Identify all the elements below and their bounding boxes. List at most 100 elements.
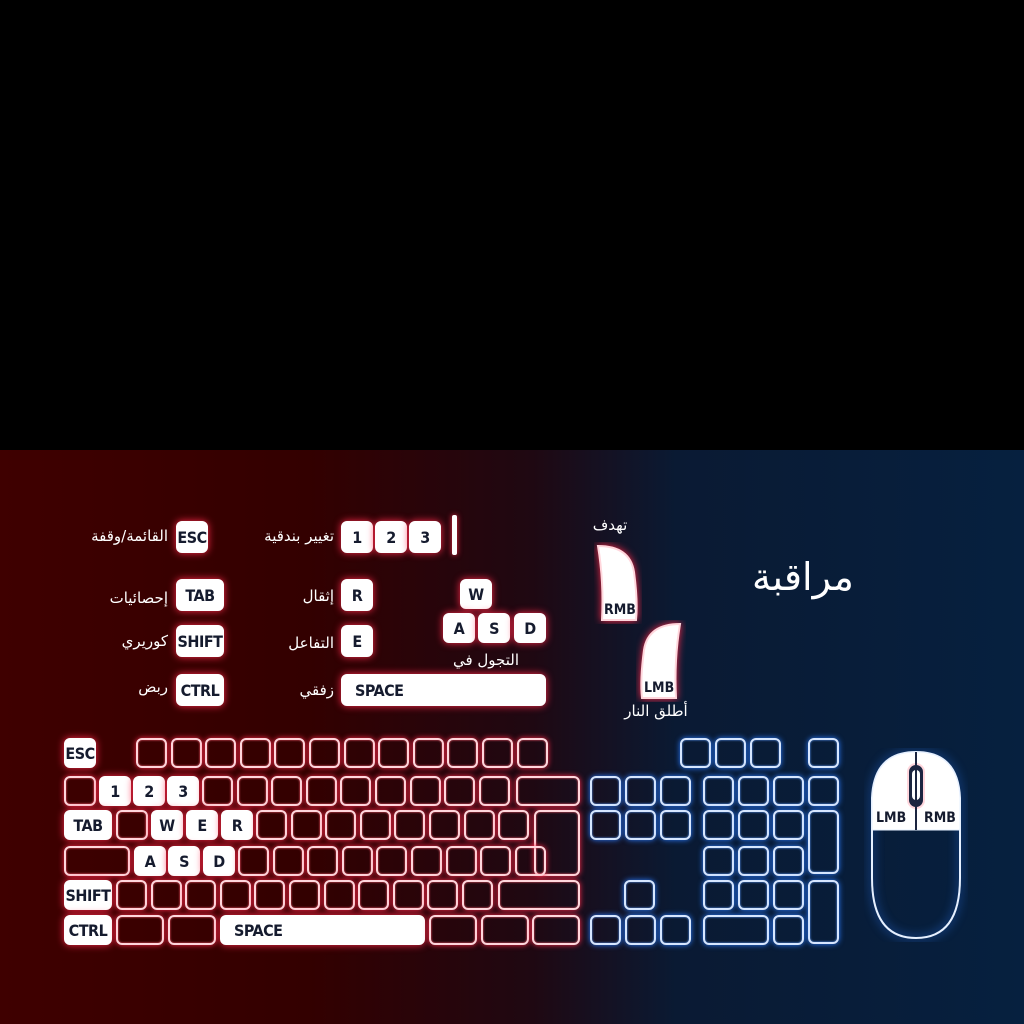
- legend-2-label: 2: [386, 527, 396, 547]
- kb-num-key: [202, 776, 233, 806]
- mouse-diagram: [871, 750, 961, 940]
- legend-interact: التفاعل: [288, 634, 334, 652]
- kb-arrow-up-key: [624, 880, 655, 910]
- kb-alpha-key: [238, 846, 269, 876]
- legend-crouch: كوريري: [121, 632, 168, 650]
- legend-shift-label: SHIFT: [177, 631, 223, 651]
- kb-w-key-label: W: [159, 815, 175, 835]
- legend-e-key: E: [341, 625, 373, 657]
- kb-esc-key-label: ESC: [65, 743, 95, 763]
- kb-sys-key: [715, 738, 746, 768]
- kb-numpad-dot-key: [773, 915, 804, 945]
- legend-r-label: R: [351, 585, 363, 605]
- kb-fn-key: [412, 738, 444, 768]
- mouse-rmb-label: RMB: [924, 810, 956, 826]
- kb-backspace-key: [516, 776, 580, 806]
- legend-esc-key: ESC: [176, 521, 208, 553]
- kb-ralt-key: [429, 915, 477, 945]
- kb-numpad-key: [738, 810, 769, 840]
- kb-alpha-key: [498, 810, 530, 840]
- legend-d-label: D: [524, 618, 536, 638]
- kb-1-key: 1: [99, 776, 131, 806]
- legend-e-label: E: [352, 631, 362, 651]
- kb-space-key-label: SPACE: [234, 920, 283, 940]
- kb-numpad-enter-key: [808, 880, 839, 944]
- legend-scores: إحصائيات: [109, 589, 168, 607]
- kb-e-key-label: E: [197, 815, 207, 835]
- kb-esc-key: ESC: [64, 738, 96, 768]
- kb-fn-key: [378, 738, 410, 768]
- kb-fn-key: [205, 738, 237, 768]
- kb-alpha-key: [150, 880, 182, 910]
- kb-alpha-key: [307, 846, 339, 876]
- kb-fn-key: [516, 738, 548, 768]
- kb-alpha-key: [394, 810, 426, 840]
- kb-d-key-label: D: [213, 851, 225, 871]
- kb-r-key-label: R: [231, 815, 243, 835]
- legend-space-key: SPACE: [341, 674, 546, 706]
- kb-2-key: 2: [133, 776, 165, 806]
- kb-num-key: [409, 776, 441, 806]
- kb-numpad-key: [773, 810, 804, 840]
- kb-q-key: [116, 810, 148, 840]
- kb-sys-key: [680, 738, 711, 768]
- kb-tab-key-label: TAB: [73, 815, 103, 835]
- mouse-lmb-label: LMB: [876, 810, 907, 826]
- legend-jump: زفقي: [299, 681, 334, 699]
- kb-alt-key: [168, 915, 216, 945]
- kb-alpha-key: [325, 810, 357, 840]
- kb-numpad-key: [738, 880, 769, 910]
- legend-shift-key: SHIFT: [176, 625, 224, 657]
- kb-num-key: [271, 776, 303, 806]
- kb-arrow-key: [625, 915, 656, 945]
- kb-numpad-key: [773, 846, 804, 876]
- kb-alpha-key: [272, 846, 304, 876]
- kb-alpha-key: [116, 880, 147, 910]
- legend-fire: أطلق النار: [624, 702, 688, 720]
- legend-pause-menu: القائمة/وقفة: [91, 527, 168, 545]
- kb-alpha-key: [289, 880, 320, 910]
- kb-s-key: S: [168, 846, 200, 876]
- kb-num-key: [340, 776, 372, 806]
- kb-sys-key: [750, 738, 781, 768]
- letterbox-top: [0, 0, 1024, 450]
- kb-3-key-label: 3: [178, 781, 188, 801]
- kb-arrow-key: [590, 915, 621, 945]
- kb-numpad-key: [703, 880, 734, 910]
- legend-aim: تهدف: [592, 516, 628, 534]
- kb-nav-key: [625, 810, 656, 840]
- legend-2-key: 2: [375, 521, 407, 553]
- legend-esc-label: ESC: [177, 527, 207, 547]
- kb-numpad-key: [703, 776, 734, 806]
- kb-fn-key: [343, 738, 375, 768]
- kb-alpha-key: [514, 846, 546, 876]
- kb-arrow-key: [660, 915, 691, 945]
- legend-1-label: 1: [352, 527, 362, 547]
- kb-alpha-key: [185, 880, 217, 910]
- kb-alpha-key: [376, 846, 408, 876]
- kb-num-key: [375, 776, 406, 806]
- kb-a-key-label: A: [144, 851, 156, 871]
- kb-num-key: [478, 776, 510, 806]
- kb-alpha-key: [392, 880, 424, 910]
- kb-alpha-key: [254, 880, 286, 910]
- legend-a-label: A: [453, 618, 465, 638]
- kb-numpad-zero-key: [703, 915, 769, 945]
- kb-alpha-key: [341, 846, 373, 876]
- kb-alpha-key: [429, 810, 460, 840]
- kb-num-key: [444, 776, 476, 806]
- kb-numpad-key: [703, 846, 734, 876]
- kb-alpha-key: [219, 880, 251, 910]
- kb-alpha-key: [411, 846, 442, 876]
- kb-alpha-key: [256, 810, 287, 840]
- legend-d-key: D: [514, 613, 546, 643]
- kb-1-key-label: 1: [110, 781, 120, 801]
- kb-shift-key: SHIFT: [64, 880, 112, 910]
- lmb-legend-label: LMB: [644, 680, 675, 696]
- legend-ctrl-label: CTRL: [180, 680, 220, 700]
- legend-3-key: 3: [409, 521, 441, 553]
- legend-r-key: R: [341, 579, 373, 611]
- kb-w-key: W: [151, 810, 183, 840]
- rmb-legend-label: RMB: [604, 602, 636, 618]
- kb-ctrl-key: CTRL: [64, 915, 112, 945]
